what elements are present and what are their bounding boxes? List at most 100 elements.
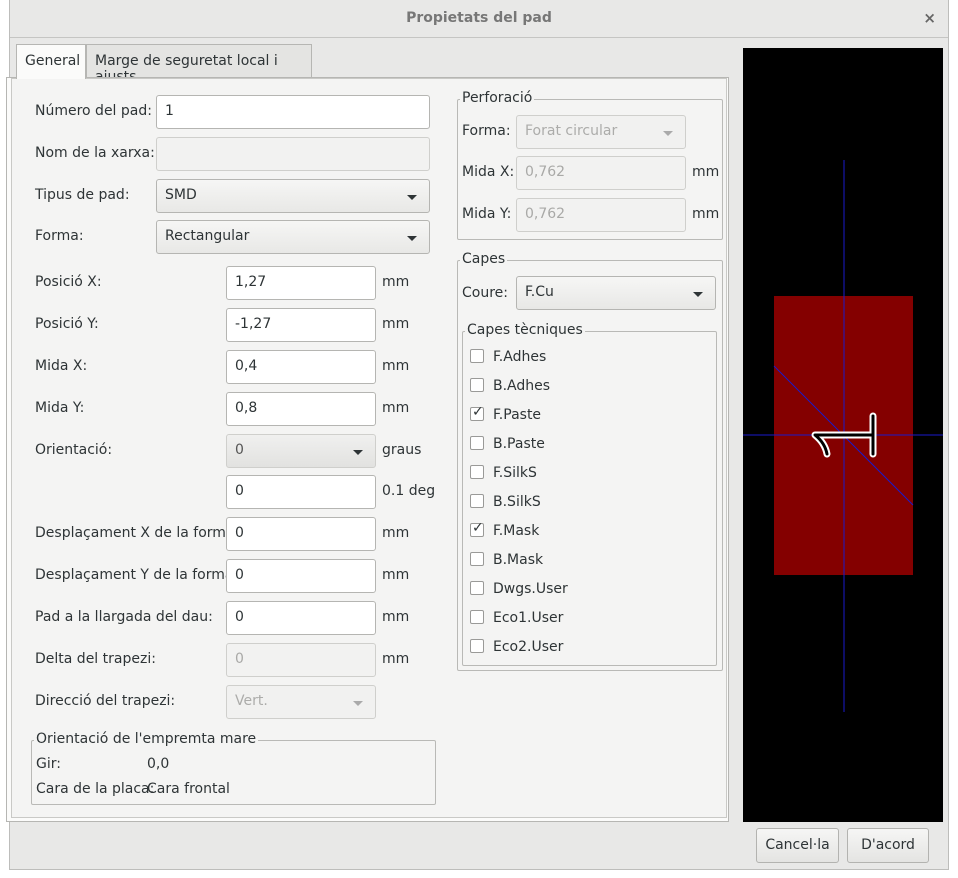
close-icon[interactable]: × — [923, 9, 936, 27]
net-name-input[interactable] — [156, 137, 430, 171]
pos-x-label: Posició X: — [35, 274, 102, 290]
layer-checkbox-f-mask[interactable]: F.Mask — [470, 520, 540, 539]
rotation-label: Gir: — [36, 756, 61, 772]
orientation-unit: graus — [382, 442, 422, 458]
offset-y-input[interactable]: 0 — [226, 559, 376, 593]
chevron-down-icon — [407, 195, 417, 200]
layer-checkbox-label: F.Paste — [493, 407, 542, 423]
checkbox-checked-icon[interactable] — [470, 404, 484, 421]
trap-delta-unit: mm — [382, 651, 410, 667]
cancel-button[interactable]: Cancel·la — [756, 828, 839, 863]
layer-checkbox-b-paste[interactable]: B.Paste — [470, 436, 545, 452]
layer-checkbox-label: B.Paste — [493, 436, 545, 452]
trap-dir-label: Direcció del trapezi: — [35, 693, 176, 709]
die-length-input[interactable]: 0 — [226, 601, 376, 635]
layer-checkbox-dwgs-user[interactable]: Dwgs.User — [470, 581, 568, 597]
layer-checkbox-f-silks[interactable]: F.SilkS — [470, 465, 537, 481]
board-side-value: Cara frontal — [147, 781, 230, 797]
orientation-label: Orientació: — [35, 442, 113, 458]
drill-legend: Perforació — [460, 90, 535, 106]
offset-x-unit: mm — [382, 525, 410, 541]
checkbox-unchecked-icon[interactable] — [470, 494, 484, 508]
copper-value: F.Cu — [525, 284, 554, 300]
tab-general[interactable]: General — [16, 44, 86, 79]
offset-y-label: Desplaçament Y de la forma: — [35, 567, 239, 583]
pos-y-label: Posició Y: — [35, 316, 99, 332]
chevron-down-icon — [353, 701, 363, 706]
drill-size-x-input[interactable]: 0,762 — [516, 156, 686, 190]
chevron-down-icon — [693, 292, 703, 297]
layer-checkbox-label: F.SilkS — [493, 465, 537, 481]
board-side-label: Cara de la placa: — [36, 781, 155, 797]
shape-value: Rectangular — [165, 228, 250, 244]
size-y-input[interactable]: 0,8 — [226, 392, 376, 426]
drill-shape-select[interactable]: Forat circular — [516, 115, 686, 149]
layer-checkbox-eco1-user[interactable]: Eco1.User — [470, 610, 563, 626]
pos-y-unit: mm — [382, 316, 410, 332]
size-y-unit: mm — [382, 400, 410, 416]
shape-label: Forma: — [35, 228, 84, 244]
layer-checkbox-label: B.SilkS — [493, 494, 541, 510]
checkbox-unchecked-icon[interactable] — [470, 349, 484, 363]
offset-x-input[interactable]: 0 — [226, 517, 376, 551]
shape-select[interactable]: Rectangular — [156, 220, 430, 254]
rotation-value: 0,0 — [147, 756, 170, 772]
drill-shape-label: Forma: — [462, 123, 511, 139]
offset-y-unit: mm — [382, 567, 410, 583]
layer-checkbox-f-adhes[interactable]: F.Adhes — [470, 349, 546, 365]
trap-dir-value: Vert. — [235, 693, 268, 709]
copper-select[interactable]: F.Cu — [516, 276, 716, 310]
layer-checkbox-label: Eco1.User — [493, 610, 564, 626]
size-y-label: Mida Y: — [35, 400, 85, 416]
pad-preview — [743, 48, 943, 822]
checkbox-unchecked-icon[interactable] — [470, 639, 484, 653]
orientation-custom-input[interactable]: 0 — [226, 475, 376, 509]
die-length-unit: mm — [382, 609, 410, 625]
checkbox-unchecked-icon[interactable] — [470, 436, 484, 450]
pad-type-label: Tipus de pad: — [35, 187, 130, 203]
checkbox-unchecked-icon[interactable] — [470, 378, 484, 392]
layer-checkbox-label: B.Adhes — [493, 378, 551, 394]
offset-x-label: Desplaçament X de la forma: — [35, 525, 240, 541]
orientation-custom-unit: 0.1 deg — [382, 483, 436, 499]
pad-number-input[interactable]: 1 — [156, 95, 430, 129]
drill-size-x-label: Mida X: — [462, 164, 515, 180]
ok-button[interactable]: D'acord — [847, 828, 929, 863]
size-x-input[interactable]: 0,4 — [226, 350, 376, 384]
trap-delta-input[interactable]: 0 — [226, 643, 376, 677]
layer-checkbox-eco2-user[interactable]: Eco2.User — [470, 639, 563, 655]
pos-x-input[interactable]: 1,27 — [226, 266, 376, 300]
layer-checkbox-label: B.Mask — [493, 552, 544, 568]
layer-checkbox-label: F.Mask — [493, 523, 540, 539]
checkbox-checked-icon[interactable] — [470, 520, 484, 537]
net-name-label: Nom de la xarxa: — [35, 145, 155, 161]
trap-dir-select[interactable]: Vert. — [226, 685, 376, 719]
tab-clearance[interactable]: Marge de seguretat local i ajusts — [86, 44, 312, 85]
size-x-label: Mida X: — [35, 358, 88, 374]
orientation-select[interactable]: 0 — [226, 434, 376, 468]
dialog-title: Propietats del pad — [406, 10, 552, 26]
chevron-down-icon — [663, 131, 673, 136]
drill-size-y-input[interactable]: 0,762 — [516, 198, 686, 232]
drill-size-y-unit: mm — [692, 206, 720, 222]
layer-checkbox-label: F.Adhes — [493, 349, 547, 365]
layer-checkbox-f-paste[interactable]: F.Paste — [470, 404, 542, 423]
size-x-unit: mm — [382, 358, 410, 374]
orientation-value: 0 — [235, 442, 244, 458]
copper-label: Coure: — [462, 285, 508, 301]
pos-x-unit: mm — [382, 274, 410, 290]
parent-orientation-legend: Orientació de l'empremta mare — [34, 731, 259, 747]
layer-checkbox-b-mask[interactable]: B.Mask — [470, 552, 543, 568]
die-length-label: Pad a la llargada del dau: — [35, 609, 213, 625]
layer-checkbox-label: Eco2.User — [493, 639, 564, 655]
trap-delta-label: Delta del trapezi: — [35, 651, 156, 667]
checkbox-unchecked-icon[interactable] — [470, 610, 484, 624]
layer-checkbox-b-silks[interactable]: B.SilkS — [470, 494, 541, 510]
layer-checkbox-b-adhes[interactable]: B.Adhes — [470, 378, 550, 394]
checkbox-unchecked-icon[interactable] — [470, 465, 484, 479]
pad-type-select[interactable]: SMD — [156, 179, 430, 213]
drill-size-x-unit: mm — [692, 164, 720, 180]
pos-y-input[interactable]: -1,27 — [226, 308, 376, 342]
checkbox-unchecked-icon[interactable] — [470, 581, 484, 595]
checkbox-unchecked-icon[interactable] — [470, 552, 484, 566]
